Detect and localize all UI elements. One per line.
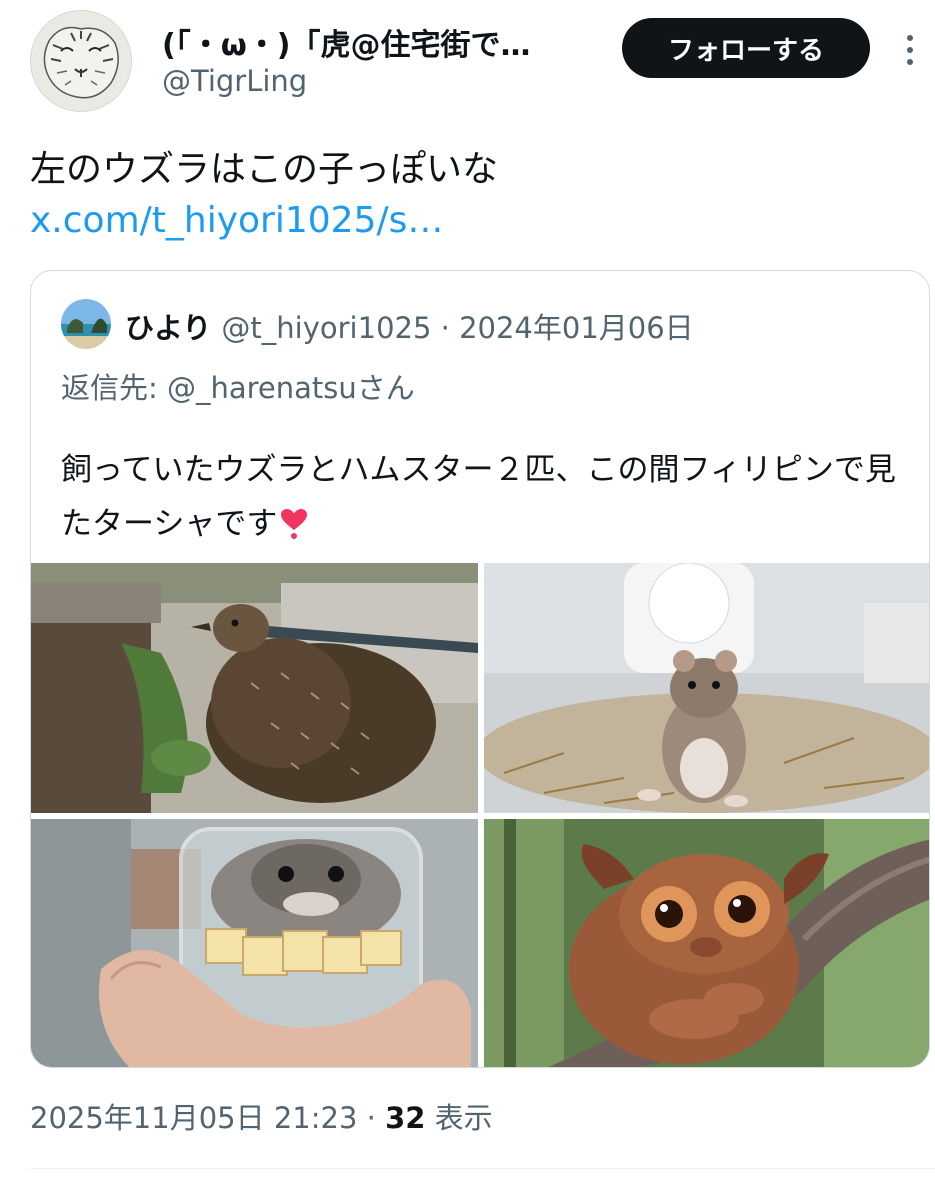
views-label: 表示 [425, 1101, 493, 1135]
avatar[interactable] [30, 10, 132, 112]
follow-button[interactable]: フォローする [622, 18, 870, 78]
views-count: 32 [385, 1101, 426, 1135]
quoted-tweet-card[interactable]: ひより @t_hiyori1025 · 2024年01月06日 返信先: @_ha… [30, 270, 930, 1068]
reply-to-line[interactable]: 返信先: @_harenatsuさん [61, 365, 415, 407]
quote-avatar[interactable] [61, 299, 111, 349]
meta-separator: · [357, 1101, 386, 1135]
hamster-wheel-photo[interactable] [484, 563, 929, 813]
tweet-meta: 2025年11月05日 21:23 · 32 表示 [30, 1095, 493, 1137]
tweet-link[interactable]: x.com/t_hiyori1025/s… [30, 200, 443, 241]
divider [30, 1168, 935, 1169]
tweet-text: 左のウズラはこの子っぽいな [30, 149, 499, 190]
quote-meta: @t_hiyori1025 · 2024年01月06日 [221, 311, 694, 345]
author-display-name[interactable]: (「・ω・)「虎@住宅街で… [162, 20, 531, 64]
quail-photo[interactable] [31, 563, 478, 813]
more-vertical-icon[interactable] [898, 30, 922, 70]
quote-author-name[interactable]: ひより [125, 311, 211, 345]
heart-exclamation-icon [277, 503, 311, 539]
quote-body-text: 飼っていたウズラとハムスター２匹、この間フィリピンで見たターシャです [61, 452, 896, 542]
author-handle[interactable]: @TigrLing [162, 64, 307, 98]
quote-header: ひより @t_hiyori1025 · 2024年01月06日 [125, 305, 694, 347]
beach-avatar-icon [61, 299, 111, 349]
quote-body: 飼っていたウズラとハムスター２匹、この間フィリピンで見たターシャです [61, 443, 901, 551]
timestamp[interactable]: 2025年11月05日 21:23 [30, 1101, 357, 1135]
tiger-sketch-avatar [31, 11, 131, 111]
hamster-jar-photo[interactable] [31, 819, 478, 1067]
tarsier-photo[interactable] [484, 819, 929, 1067]
